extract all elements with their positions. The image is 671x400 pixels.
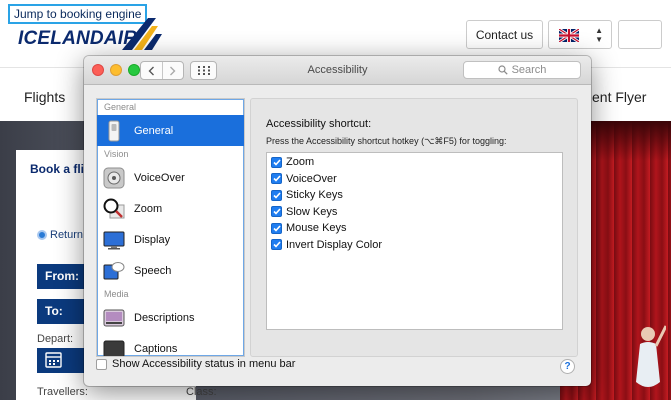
voiceover-icon <box>103 167 125 188</box>
sidebar-item-captions[interactable]: Captions <box>97 333 244 356</box>
option-voiceover[interactable]: VoiceOver <box>267 171 562 188</box>
sidebar-item-label: Zoom <box>134 202 163 215</box>
option-mouse-keys[interactable]: Mouse Keys <box>267 220 562 237</box>
option-zoom[interactable]: Zoom <box>267 154 562 171</box>
sidebar-item-descriptions[interactable]: Descriptions <box>97 302 244 333</box>
sidebar-item-label: Speech <box>134 264 172 277</box>
option-label: Invert Display Color <box>286 238 382 251</box>
general-switch-icon <box>108 120 120 141</box>
show-status-in-menu-bar[interactable]: Show Accessibility status in menu bar <box>96 358 295 370</box>
sidebar-item-label: Captions <box>134 342 178 355</box>
checkbox-unchecked-icon[interactable] <box>96 358 107 370</box>
sidebar-item-voiceover[interactable]: VoiceOver <box>97 162 244 193</box>
dancer-image <box>636 325 666 387</box>
site-search-button[interactable] <box>618 20 662 49</box>
search-placeholder: Search <box>511 64 547 76</box>
checkbox-checked-icon[interactable] <box>271 156 282 168</box>
search-icon <box>497 65 508 75</box>
calendar-icon <box>45 352 62 368</box>
search-input[interactable]: Search <box>463 61 581 79</box>
accessibility-sidebar: General General Vision VoiceOver Zoom Di… <box>96 98 245 357</box>
option-label: Sticky Keys <box>286 189 343 202</box>
depart-label: Depart: <box>37 333 74 345</box>
to-field[interactable]: To: <box>37 299 87 324</box>
booking-title: Book a flig <box>30 162 92 176</box>
sidebar-section-vision: Vision <box>104 149 129 159</box>
window-titlebar: Accessibility Search <box>84 56 591 85</box>
checkbox-checked-icon[interactable] <box>271 239 282 251</box>
checkbox-checked-icon[interactable] <box>271 222 282 234</box>
sidebar-item-display[interactable]: Display <box>97 224 244 255</box>
class-label: Class: <box>186 386 217 398</box>
show-status-label: Show Accessibility status in menu bar <box>112 358 296 370</box>
option-slow-keys[interactable]: Slow Keys <box>267 204 562 221</box>
radio-selected-icon <box>37 230 47 240</box>
sidebar-item-zoom[interactable]: Zoom <box>97 193 244 224</box>
sidebar-item-label: Display <box>134 233 171 246</box>
checkbox-checked-icon[interactable] <box>271 189 282 201</box>
option-label: Mouse Keys <box>286 222 347 235</box>
option-label: VoiceOver <box>286 172 337 185</box>
select-arrows-icon: ▲ ▼ <box>595 26 603 44</box>
language-select[interactable]: ▲ ▼ <box>548 20 612 49</box>
sidebar-item-label: Descriptions <box>134 311 195 324</box>
option-label: Zoom <box>286 156 315 169</box>
from-field[interactable]: From: <box>37 264 87 289</box>
accessibility-window: Accessibility Search General General Vis… <box>84 56 591 386</box>
general-settings-pane: Accessibility shortcut: Press the Access… <box>250 98 578 357</box>
sidebar-item-general[interactable]: General <box>97 115 244 146</box>
shortcut-description: Press the Accessibility shortcut hotkey … <box>266 136 507 146</box>
return-radio[interactable]: Return <box>37 229 83 241</box>
option-invert-display-color[interactable]: Invert Display Color <box>267 237 562 254</box>
help-button[interactable]: ? <box>560 359 575 374</box>
speech-bubble-icon <box>103 261 125 279</box>
icelandair-logo-mark-icon <box>122 18 162 50</box>
uk-flag-icon <box>559 29 579 42</box>
option-sticky-keys[interactable]: Sticky Keys <box>267 187 562 204</box>
travellers-label: Travellers: <box>37 386 88 398</box>
sidebar-section-media: Media <box>104 289 129 299</box>
sidebar-item-speech[interactable]: Speech <box>97 255 244 286</box>
contact-us-button[interactable]: Contact us <box>466 20 543 49</box>
zoom-magnifier-icon <box>103 198 125 218</box>
sidebar-item-label: General <box>134 124 174 137</box>
checkbox-checked-icon[interactable] <box>271 173 282 185</box>
nav-frequent-flyer[interactable]: ent Flyer <box>592 89 646 105</box>
nav-flights[interactable]: Flights <box>24 89 65 105</box>
sidebar-section-general: General <box>104 102 137 112</box>
depart-date-button[interactable] <box>37 348 87 373</box>
descriptions-icon <box>103 309 125 326</box>
display-monitor-icon <box>103 231 125 249</box>
sidebar-item-label: VoiceOver <box>134 171 185 184</box>
option-label: Slow Keys <box>286 205 338 218</box>
captions-icon <box>103 340 125 356</box>
shortcut-options-list: Zoom VoiceOver Sticky Keys Slow Keys Mou… <box>266 152 563 330</box>
checkbox-checked-icon[interactable] <box>271 206 282 218</box>
return-label: Return <box>50 229 84 241</box>
shortcut-title: Accessibility shortcut: <box>266 118 372 130</box>
